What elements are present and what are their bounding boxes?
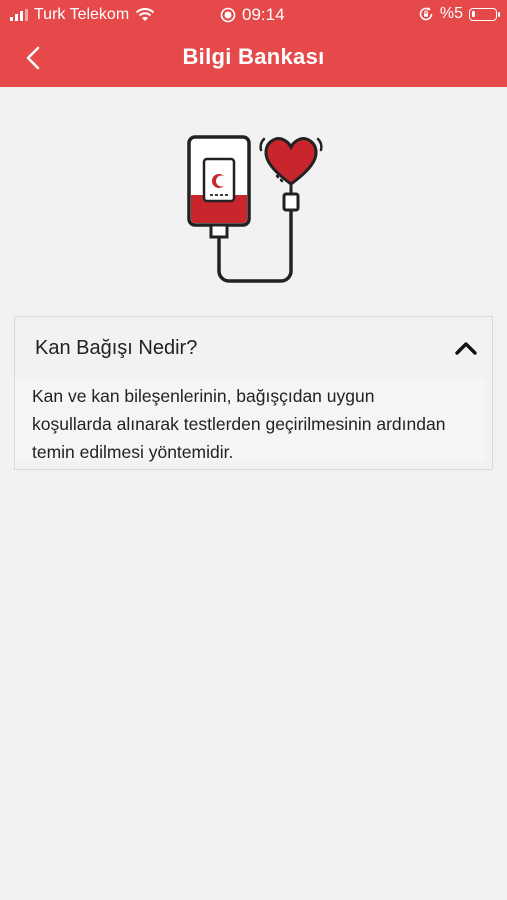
accordion-body: Kan ve kan bileşenlerinin, bağışçıdan uy… xyxy=(15,379,485,462)
carrier-name: Turk Telekom xyxy=(34,6,130,23)
blood-bag-heart-icon xyxy=(187,135,323,283)
wifi-icon xyxy=(135,8,155,21)
status-time: 09:14 xyxy=(242,5,285,24)
battery-icon xyxy=(469,7,500,21)
status-bar: Turk Telekom 09:14 %5 xyxy=(0,0,507,30)
signal-icon xyxy=(10,9,28,21)
screen-record-icon xyxy=(220,7,236,23)
accordion-body-text: Kan ve kan bileşenlerinin, bağışçıdan uy… xyxy=(32,386,446,462)
chevron-up-icon[interactable] xyxy=(454,337,478,359)
status-right: %5 xyxy=(418,5,500,23)
status-center: 09:14 xyxy=(220,5,285,25)
status-left: Turk Telekom xyxy=(10,6,155,24)
accordion-header[interactable]: Kan Bağışı Nedir? xyxy=(15,317,492,379)
orientation-lock-icon xyxy=(419,7,433,21)
navigation-bar: Bilgi Bankası xyxy=(0,30,507,87)
accordion-title: Kan Bağışı Nedir? xyxy=(35,337,198,359)
accordion-card: Kan Bağışı Nedir? Kan ve kan bileşenleri… xyxy=(14,316,493,470)
page-title: Bilgi Bankası xyxy=(182,44,325,69)
battery-percent: %5 xyxy=(439,5,463,22)
app-header: Turk Telekom 09:14 %5 Bilgi Bankası xyxy=(0,0,507,87)
